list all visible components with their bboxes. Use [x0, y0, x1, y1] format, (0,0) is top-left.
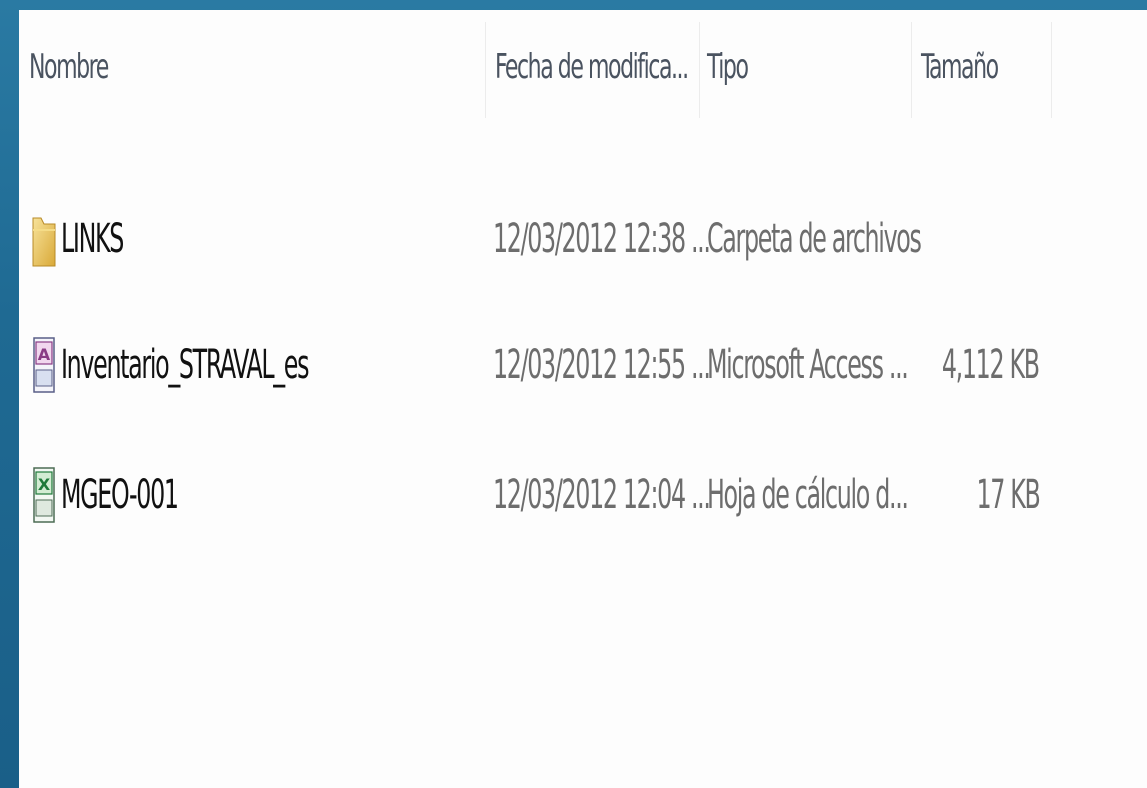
file-date: 12/03/2012 12:04 ...	[493, 472, 711, 518]
file-name: Inventario_STRAVAL_es	[61, 342, 309, 388]
file-date: 12/03/2012 12:38 ...	[493, 216, 711, 262]
file-type: Carpeta de archivos	[707, 216, 922, 262]
file-size: 4,112 KB	[942, 342, 1040, 388]
file-type: Hoja de cálculo d...	[707, 472, 909, 518]
column-header-type[interactable]: Tipo	[707, 32, 749, 102]
file-name: LINKS	[61, 216, 124, 262]
excel-file-icon: X	[31, 462, 57, 526]
file-date: 12/03/2012 12:55 ...	[493, 342, 711, 388]
file-list-pane: Nombre Fecha de modifica... Tipo Tamaño …	[19, 10, 1147, 788]
svg-text:A: A	[38, 345, 51, 364]
column-header-date[interactable]: Fecha de modifica...	[495, 32, 689, 102]
file-size: 17 KB	[975, 472, 1040, 518]
file-row-inventario[interactable]: A Inventario_STRAVAL_es 12/03/2012 12:55…	[19, 322, 1147, 408]
column-header-name[interactable]: Nombre	[29, 32, 109, 102]
file-type: Microsoft Access ...	[707, 342, 909, 388]
column-divider[interactable]	[1051, 22, 1052, 118]
file-row-mgeo[interactable]: X MGEO-001 12/03/2012 12:04 ... Hoja de …	[19, 452, 1147, 538]
svg-text:X: X	[38, 475, 51, 494]
file-row-links[interactable]: LINKS 12/03/2012 12:38 ... Carpeta de ar…	[19, 196, 1147, 282]
column-divider[interactable]	[699, 22, 700, 118]
access-file-icon: A	[31, 332, 57, 396]
file-name: MGEO-001	[61, 472, 179, 518]
column-divider[interactable]	[911, 22, 912, 118]
column-divider[interactable]	[485, 22, 486, 118]
folder-icon	[31, 206, 57, 270]
column-header-size[interactable]: Tamaño	[921, 32, 999, 102]
